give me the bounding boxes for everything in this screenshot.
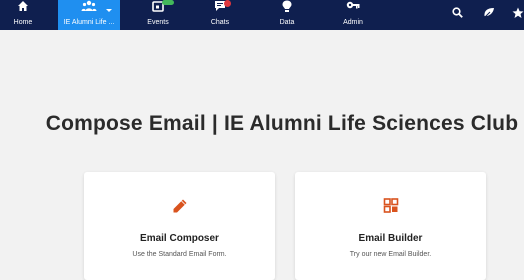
nav-item-home[interactable]: Home [0, 0, 46, 30]
nav-label-data: Data [279, 19, 295, 26]
nav-item-admin[interactable]: Admin [334, 0, 372, 30]
key-icon [346, 1, 360, 9]
nav-item-data[interactable]: Data [270, 0, 304, 30]
lightbulb-icon [282, 0, 292, 12]
card-description: Try our new Email Builder. [349, 251, 432, 258]
search-icon[interactable] [452, 7, 463, 18]
top-navigation-bar: Home IE Alumni Life ... Events Chats Dat… [0, 0, 524, 30]
page-title: Compose Email | IE Alumni Life Sciences … [0, 112, 524, 136]
group-icon [81, 0, 97, 11]
leaf-icon[interactable] [483, 7, 495, 19]
nav-label-home: Home [13, 19, 33, 26]
star-icon[interactable] [512, 7, 524, 19]
events-badge [162, 0, 174, 5]
home-icon [18, 1, 28, 11]
nav-label-admin: Admin [343, 19, 363, 26]
nav-label-events: Events [147, 19, 169, 26]
nav-item-chats[interactable]: Chats [203, 0, 237, 30]
nav-label-ie-alumni-life: IE Alumni Life ... [63, 19, 115, 26]
page-title-text: Compose Email | IE Alumni Life Sciences … [45, 112, 519, 135]
chats-badge [224, 0, 231, 7]
pencil-icon [173, 199, 186, 213]
chevron-down-icon[interactable] [106, 9, 112, 12]
nav-item-events[interactable]: Events [138, 0, 178, 30]
nav-item-ie-alumni-life[interactable]: IE Alumni Life ... [58, 0, 120, 30]
nav-label-chats: Chats [210, 19, 230, 26]
card-description: Use the Standard Email Form. [132, 251, 227, 258]
email-composer-card[interactable]: Email Composer Use the Standard Email Fo… [84, 172, 275, 280]
card-title: Email Builder [358, 233, 423, 244]
email-builder-card[interactable]: Email Builder Try our new Email Builder. [295, 172, 486, 280]
card-title: Email Composer [140, 233, 219, 244]
grid-layout-icon [383, 198, 398, 213]
